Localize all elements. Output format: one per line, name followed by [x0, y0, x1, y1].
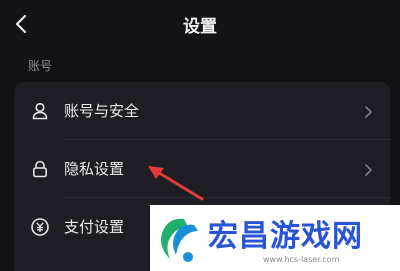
watermark-url: www.hcs-laser.com	[263, 255, 340, 264]
chevron-right-icon	[362, 104, 374, 118]
yuan-icon	[30, 217, 50, 237]
settings-item-label: 隐私设置	[64, 160, 125, 178]
top-bar: 设置	[0, 0, 400, 48]
settings-item-label: 账号与安全	[64, 102, 140, 120]
chevron-right-icon	[362, 162, 374, 176]
page-title: 设置	[183, 17, 217, 37]
lock-icon	[30, 159, 50, 179]
settings-item-label: 支付设置	[64, 218, 125, 236]
watermark: 宏昌游戏网 www.hcs-laser.com	[150, 205, 400, 271]
watermark-logo-icon	[154, 211, 202, 267]
user-icon	[30, 101, 50, 121]
section-label-account: 账号	[28, 59, 53, 73]
settings-item-account-security[interactable]: 账号与安全	[14, 82, 390, 139]
watermark-title: 宏昌游戏网	[208, 219, 363, 254]
annotation-arrow-icon	[140, 155, 210, 205]
